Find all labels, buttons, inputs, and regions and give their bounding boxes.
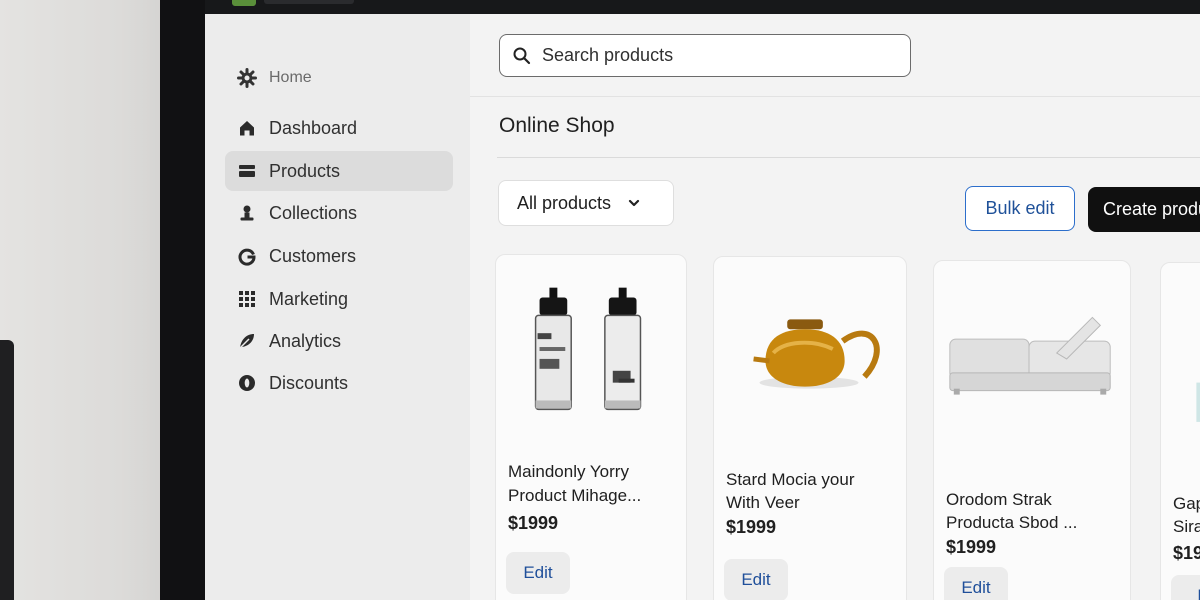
title-divider: [497, 157, 1200, 158]
sidebar-item-label: Discounts: [269, 372, 349, 393]
chevron-down-icon: [628, 199, 640, 207]
product-price: $1999: [726, 517, 777, 537]
search-icon: [513, 47, 531, 64]
product-name-line2: Product Mihage...: [508, 486, 642, 505]
google-g-icon: [235, 244, 259, 268]
search-bar[interactable]: [499, 34, 911, 77]
background-object: [0, 340, 14, 600]
edit-button[interactable]: E: [1171, 575, 1200, 600]
sidebar: Home Dashboard Products Collections Cust: [205, 14, 470, 600]
create-product-button[interactable]: Create product: [1088, 187, 1200, 232]
sidebar-item-analytics[interactable]: Analytics: [225, 321, 453, 361]
grid-icon: [235, 287, 259, 311]
products-icon: [235, 159, 259, 183]
bulk-edit-button[interactable]: Bulk edit: [965, 186, 1075, 231]
product-image-partial: [1196, 382, 1200, 422]
edit-button[interactable]: Edit: [724, 559, 788, 600]
sidebar-item-label: Products: [269, 160, 341, 181]
product-name-line1: Maindonly Yorry: [508, 462, 629, 481]
product-card[interactable]: Orodom Strak Producta Sbod ... $1999 Edi…: [933, 260, 1131, 600]
sidebar-item-label: Customers: [269, 245, 357, 266]
edit-button[interactable]: Edit: [944, 567, 1008, 600]
product-name-line2: Producta Sbod ...: [946, 513, 1078, 532]
leaf-icon: [235, 329, 259, 353]
product-image-teapot: [753, 319, 880, 389]
brand-logo-icon[interactable]: [232, 0, 256, 6]
sidebar-item-label: Collections: [269, 202, 358, 223]
edit-button[interactable]: Edit: [506, 552, 570, 594]
sidebar-item-label: Analytics: [269, 330, 342, 351]
header-divider: [470, 96, 1200, 97]
sidebar-item-label: Dashboard: [269, 117, 358, 138]
product-name-line2: With Veer: [726, 493, 800, 512]
product-card[interactable]: Gap Sira $19 E: [1160, 262, 1200, 600]
product-card[interactable]: Stard Mocia your With Veer $1999 Edit: [713, 256, 907, 600]
product-price: $1999: [508, 513, 559, 533]
product-card[interactable]: Maindonly Yorry Product Mihage... $1999 …: [495, 254, 687, 600]
sidebar-item-customers[interactable]: Customers: [225, 236, 453, 276]
product-image-water-bottles: [534, 287, 642, 411]
product-name-line1: Stard Mocia your: [726, 470, 855, 489]
top-bar: [205, 0, 1200, 14]
sidebar-item-label: Marketing: [269, 288, 349, 309]
admin-screen: Home Dashboard Products Collections Cust: [205, 14, 1200, 600]
sidebar-item-dashboard[interactable]: Dashboard: [225, 108, 453, 148]
sidebar-item-products[interactable]: Products: [225, 151, 453, 191]
page-title: Online Shop: [499, 114, 615, 137]
product-price: $1999: [946, 537, 997, 557]
filter-label: All products: [517, 192, 612, 213]
sidebar-item-discounts[interactable]: Discounts: [225, 363, 453, 403]
product-name-line1: Gap: [1173, 494, 1200, 513]
product-name-line1: Orodom Strak: [946, 490, 1052, 509]
sidebar-item-collections[interactable]: Collections: [225, 193, 453, 233]
product-image-lounger: [949, 316, 1111, 395]
product-filter-select[interactable]: All products: [498, 180, 674, 226]
sidebar-item-home[interactable]: Home: [225, 58, 453, 98]
sidebar-item-label: Home: [269, 69, 312, 86]
gear-icon: [235, 66, 259, 90]
person-icon: [235, 201, 259, 225]
product-name-line2: Sira: [1173, 517, 1200, 536]
sidebar-item-marketing[interactable]: Marketing: [225, 279, 453, 319]
product-price: $19: [1173, 543, 1200, 563]
brand-wordmark: [264, 0, 354, 4]
search-input[interactable]: [542, 45, 882, 66]
home-icon: [235, 116, 259, 140]
discount-icon: [235, 371, 259, 395]
